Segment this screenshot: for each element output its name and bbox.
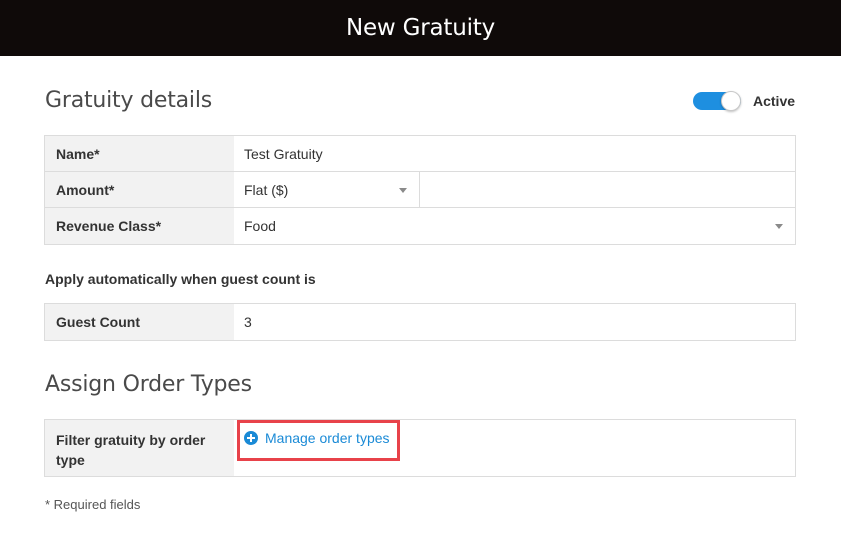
amount-label: Amount* xyxy=(45,172,234,207)
gratuity-details-title: Gratuity details xyxy=(45,88,212,113)
amount-value-input[interactable] xyxy=(420,172,795,207)
auto-apply-heading: Apply automatically when guest count is xyxy=(45,271,316,287)
toggle-knob xyxy=(721,91,741,111)
chevron-down-icon xyxy=(775,224,783,229)
active-toggle-group: Active xyxy=(693,91,796,111)
amount-type-select[interactable]: Flat ($) xyxy=(234,172,420,207)
manage-order-types-link[interactable]: Manage order types xyxy=(237,420,400,461)
assign-order-types-title: Assign Order Types xyxy=(45,372,252,397)
guest-count-input[interactable]: 3 xyxy=(234,304,795,340)
amount-type-value: Flat ($) xyxy=(244,181,289,198)
amount-row: Amount* Flat ($) xyxy=(45,172,795,208)
revenue-class-value: Food xyxy=(244,218,276,234)
order-types-form: Filter gratuity by order type xyxy=(44,419,796,477)
guest-count-form: Guest Count 3 xyxy=(44,303,796,341)
amount-fields: Flat ($) xyxy=(234,172,795,207)
guest-count-row: Guest Count 3 xyxy=(45,304,795,340)
active-label: Active xyxy=(753,93,796,109)
active-toggle[interactable] xyxy=(693,91,741,111)
filter-order-type-row: Filter gratuity by order type xyxy=(45,420,795,476)
guest-count-label: Guest Count xyxy=(45,304,234,340)
required-fields-note: * Required fields xyxy=(45,497,141,512)
page-title: New Gratuity xyxy=(345,15,496,41)
name-row: Name* Test Gratuity xyxy=(45,136,795,172)
header-bar: New Gratuity xyxy=(0,0,841,56)
filter-order-type-label: Filter gratuity by order type xyxy=(45,420,234,476)
manage-order-types-label: Manage order types xyxy=(265,429,390,446)
chevron-down-icon xyxy=(399,188,407,193)
name-label: Name* xyxy=(45,136,234,171)
revenue-class-label: Revenue Class* xyxy=(45,208,234,244)
revenue-class-row: Revenue Class* Food xyxy=(45,208,795,244)
name-input[interactable]: Test Gratuity xyxy=(234,136,795,171)
revenue-class-select[interactable]: Food xyxy=(234,208,795,244)
gratuity-details-form: Name* Test Gratuity Amount* Flat ($) Rev… xyxy=(44,135,796,245)
plus-circle-icon xyxy=(244,430,258,445)
